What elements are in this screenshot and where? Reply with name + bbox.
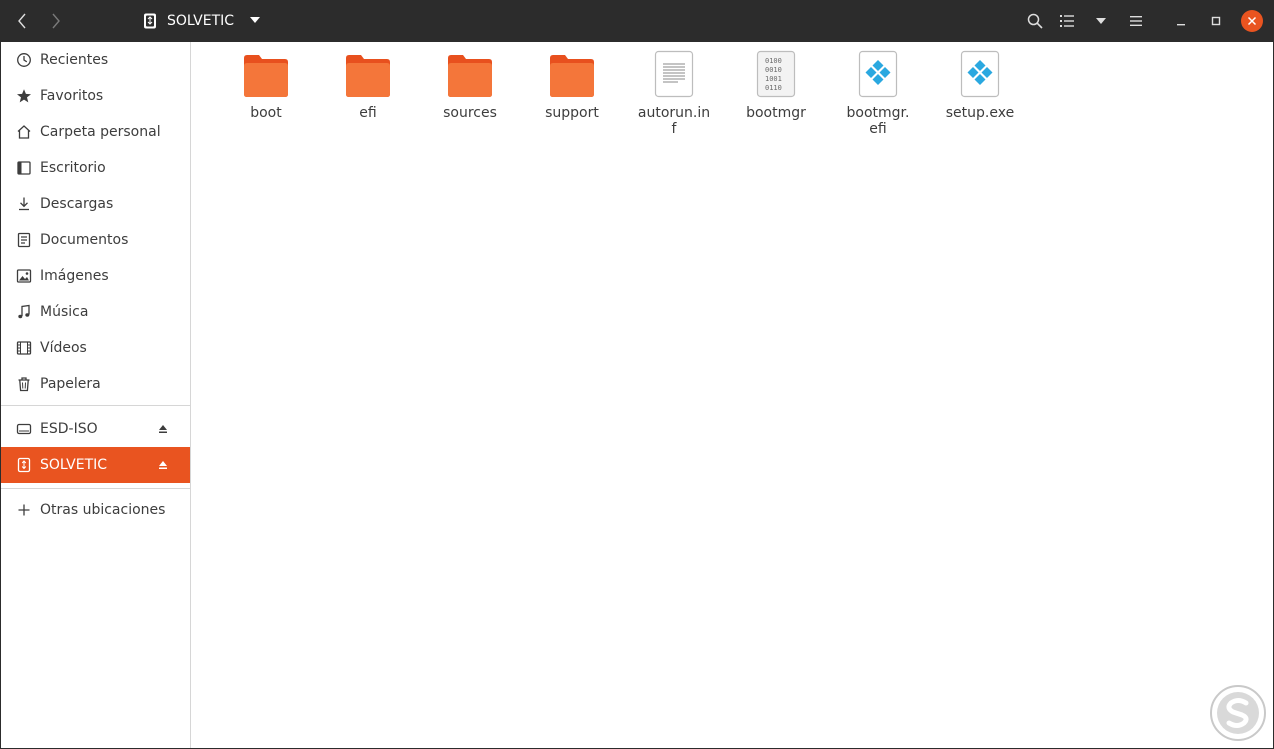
- close-button-circle: [1241, 10, 1263, 32]
- sidebar-separator: [1, 405, 190, 406]
- sidebar-item-esd-iso[interactable]: ESD-ISO: [1, 411, 190, 447]
- file-name: autorun.inf: [637, 105, 711, 137]
- sidebar-item-recientes[interactable]: Recientes: [1, 42, 190, 78]
- sidebar-item-musica[interactable]: Música: [1, 294, 190, 330]
- sidebar-item-label: Favoritos: [40, 88, 104, 104]
- file-name: sources: [443, 105, 497, 121]
- svg-text:0110: 0110: [765, 84, 782, 92]
- sidebar-item-label: Música: [40, 304, 89, 320]
- file-name: bootmgr. efi: [846, 105, 910, 137]
- list-view-icon: [1060, 15, 1074, 27]
- file-item-bootmgr[interactable]: 0100 0010 1001 0110 bootmgr: [725, 50, 827, 146]
- sidebar: Recientes Favoritos Carpeta personal Esc…: [1, 42, 191, 748]
- maximize-icon: [1211, 16, 1221, 26]
- sidebar-item-solvetic[interactable]: SOLVETIC: [1, 447, 190, 483]
- watermark-logo-icon: [1210, 685, 1266, 741]
- file-name: efi: [359, 105, 377, 121]
- sidebar-item-videos[interactable]: Vídeos: [1, 330, 190, 366]
- chevron-left-icon: [18, 13, 26, 29]
- file-name: support: [545, 105, 599, 121]
- header-bar: SOLVETIC: [1, 1, 1273, 42]
- sidebar-item-escritorio[interactable]: Escritorio: [1, 150, 190, 186]
- view-toggle-button[interactable]: [1053, 7, 1081, 35]
- desktop-icon: [16, 160, 32, 176]
- document-icon: [16, 232, 32, 248]
- svg-text:0010: 0010: [765, 66, 782, 74]
- file-item-efi[interactable]: efi: [317, 50, 419, 146]
- usb-drive-icon: [144, 13, 156, 29]
- caret-down-icon: [1096, 18, 1106, 24]
- file-item-sources[interactable]: sources: [419, 50, 521, 146]
- search-button[interactable]: [1021, 7, 1049, 35]
- file-item-boot[interactable]: boot: [215, 50, 317, 146]
- view-options-button[interactable]: [1087, 7, 1115, 35]
- sidebar-item-label: Papelera: [40, 376, 101, 392]
- folder-icon: [240, 50, 292, 98]
- usb-drive-icon: [16, 457, 32, 473]
- sidebar-item-label: ESD-ISO: [40, 421, 98, 437]
- sidebar-item-otras-ubicaciones[interactable]: Otras ubicaciones: [1, 492, 190, 528]
- sidebar-item-label: Documentos: [40, 232, 129, 248]
- sidebar-item-label: Descargas: [40, 196, 114, 212]
- eject-icon[interactable]: [158, 424, 168, 434]
- minimize-icon: [1177, 24, 1185, 26]
- minimize-button[interactable]: [1167, 7, 1195, 35]
- forward-button[interactable]: [42, 7, 70, 35]
- file-item-support[interactable]: support: [521, 50, 623, 146]
- file-manager-window: SOLVETIC Recientes Favoritos Carpeta per…: [0, 0, 1274, 749]
- close-button[interactable]: [1238, 7, 1266, 35]
- sidebar-item-imagenes[interactable]: Imágenes: [1, 258, 190, 294]
- file-item-setup-exe[interactable]: setup.exe: [929, 50, 1031, 146]
- executable-icon: [852, 50, 904, 98]
- sidebar-item-label: SOLVETIC: [40, 457, 108, 473]
- drive-icon: [16, 421, 32, 437]
- plus-icon: [16, 502, 32, 518]
- sidebar-item-label: Vídeos: [40, 340, 87, 356]
- download-icon: [16, 196, 32, 212]
- sidebar-item-label: Escritorio: [40, 160, 106, 176]
- sidebar-item-descargas[interactable]: Descargas: [1, 186, 190, 222]
- location-label: SOLVETIC: [167, 13, 235, 29]
- main-menu-button[interactable]: [1122, 7, 1150, 35]
- location-path-button[interactable]: SOLVETIC: [133, 7, 268, 35]
- sidebar-item-label: Imágenes: [40, 268, 109, 284]
- folder-icon: [342, 50, 394, 98]
- maximize-button[interactable]: [1202, 7, 1230, 35]
- back-button[interactable]: [8, 7, 36, 35]
- svg-text:1001: 1001: [765, 75, 782, 83]
- music-icon: [16, 304, 32, 320]
- file-item-bootmgr-efi[interactable]: bootmgr. efi: [827, 50, 929, 146]
- caret-down-icon: [250, 17, 260, 23]
- image-icon: [16, 268, 32, 284]
- video-icon: [16, 340, 32, 356]
- hamburger-menu-icon: [1130, 16, 1142, 26]
- chevron-right-icon: [52, 13, 60, 29]
- svg-text:0100: 0100: [765, 57, 782, 65]
- executable-icon: [954, 50, 1006, 98]
- trash-icon: [16, 376, 32, 392]
- sidebar-item-favoritos[interactable]: Favoritos: [1, 78, 190, 114]
- file-name: boot: [250, 105, 282, 121]
- star-icon: [16, 88, 32, 104]
- file-grid: boot efi sources support autorun.inf 010…: [191, 42, 1273, 748]
- binary-file-icon: 0100 0010 1001 0110: [750, 50, 802, 98]
- file-name: bootmgr: [746, 105, 806, 121]
- eject-icon[interactable]: [158, 460, 168, 470]
- close-icon: [1247, 16, 1257, 26]
- sidebar-item-documentos[interactable]: Documentos: [1, 222, 190, 258]
- file-item-autorun-inf[interactable]: autorun.inf: [623, 50, 725, 146]
- sidebar-item-label: Otras ubicaciones: [40, 502, 166, 518]
- sidebar-item-label: Recientes: [40, 52, 109, 68]
- clock-icon: [16, 52, 32, 68]
- home-icon: [16, 124, 32, 140]
- sidebar-item-carpeta-personal[interactable]: Carpeta personal: [1, 114, 190, 150]
- folder-icon: [444, 50, 496, 98]
- sidebar-item-papelera[interactable]: Papelera: [1, 366, 190, 402]
- sidebar-separator: [1, 488, 190, 489]
- file-name: setup.exe: [945, 105, 1015, 121]
- folder-icon: [546, 50, 598, 98]
- sidebar-item-label: Carpeta personal: [40, 124, 161, 140]
- text-file-icon: [648, 50, 700, 98]
- search-icon: [1027, 13, 1043, 29]
